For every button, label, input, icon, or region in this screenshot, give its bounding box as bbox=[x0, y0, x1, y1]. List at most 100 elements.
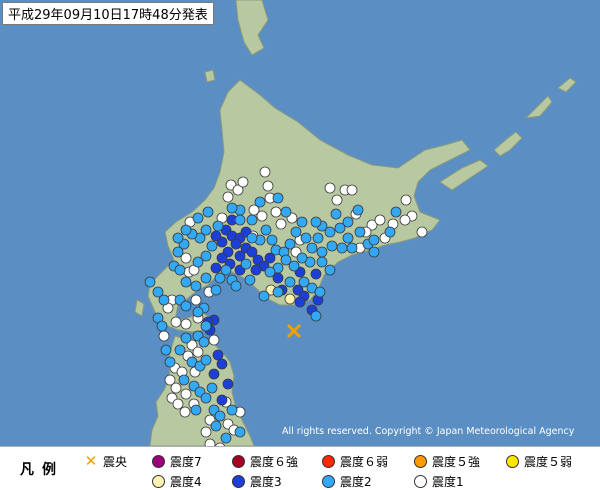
station-marker-shindo-2 bbox=[240, 258, 252, 270]
legend-title: 凡例 bbox=[20, 462, 64, 478]
station-marker-shindo-1 bbox=[346, 184, 358, 196]
legend-shindo-1: 震度1 bbox=[414, 473, 464, 490]
station-marker-shindo-2 bbox=[306, 242, 318, 254]
station-marker-shindo-2 bbox=[272, 286, 284, 298]
station-marker-shindo-3 bbox=[216, 358, 228, 370]
legend-shindo-5-upper: 震度５強 bbox=[414, 453, 480, 470]
legend-shindo-7-label: 震度7 bbox=[170, 455, 202, 469]
station-marker-shindo-1 bbox=[416, 226, 428, 238]
station-marker-shindo-1 bbox=[180, 388, 192, 400]
station-marker-shindo-2 bbox=[206, 240, 218, 252]
station-marker-shindo-3 bbox=[216, 252, 228, 264]
legend-shindo-7: 震度7 bbox=[152, 453, 202, 470]
station-marker-shindo-2 bbox=[200, 272, 212, 284]
station-marker-shindo-2 bbox=[200, 250, 212, 262]
map-stage: 平成29年09月10日17時48分発表 All rights reserved.… bbox=[0, 0, 600, 490]
station-marker-shindo-2 bbox=[174, 264, 186, 276]
station-marker-shindo-1 bbox=[399, 214, 411, 226]
station-marker-shindo-2 bbox=[200, 392, 212, 404]
station-marker-shindo-1 bbox=[208, 334, 220, 346]
station-marker-shindo-2 bbox=[354, 226, 366, 238]
station-marker-shindo-1 bbox=[190, 294, 202, 306]
station-marker-shindo-2 bbox=[200, 320, 212, 332]
station-marker-shindo-3 bbox=[212, 349, 224, 361]
station-marker-shindo-2 bbox=[284, 276, 296, 288]
station-marker-shindo-1 bbox=[256, 210, 268, 222]
station-marker-shindo-2 bbox=[180, 276, 192, 288]
station-marker-shindo-2 bbox=[246, 214, 258, 226]
station-marker-shindo-2 bbox=[220, 264, 232, 276]
station-marker-shindo-1 bbox=[179, 406, 191, 418]
station-marker-shindo-1 bbox=[172, 398, 184, 410]
circle-icon bbox=[506, 455, 519, 468]
station-marker-shindo-1 bbox=[158, 330, 170, 342]
station-marker-shindo-2 bbox=[254, 196, 266, 208]
circle-icon bbox=[414, 455, 427, 468]
station-marker-shindo-2 bbox=[200, 354, 212, 366]
station-marker-shindo-2 bbox=[336, 242, 348, 254]
legend-epicenter-label: 震央 bbox=[103, 455, 128, 469]
station-marker-shindo-2 bbox=[178, 374, 190, 386]
station-marker-shindo-2 bbox=[180, 224, 192, 236]
station-marker-shindo-2 bbox=[158, 294, 170, 306]
cross-mark-icon: ✕ bbox=[84, 452, 98, 470]
station-marker-shindo-2 bbox=[290, 226, 302, 238]
station-marker-shindo-2 bbox=[234, 426, 246, 438]
station-marker-shindo-2 bbox=[206, 382, 218, 394]
legend-shindo-3: 震度3 bbox=[232, 473, 282, 490]
station-marker-shindo-1 bbox=[170, 382, 182, 394]
legend-epicenter: ✕ 震央 bbox=[84, 453, 127, 470]
station-marker-shindo-2 bbox=[368, 246, 380, 258]
station-marker-shindo-2 bbox=[164, 356, 176, 368]
station-marker-shindo-2 bbox=[226, 202, 238, 214]
station-marker-shindo-3 bbox=[210, 262, 222, 274]
station-marker-shindo-2 bbox=[260, 224, 272, 236]
station-marker-shindo-2 bbox=[296, 216, 308, 228]
station-marker-shindo-4 bbox=[284, 293, 296, 305]
station-marker-shindo-2 bbox=[324, 226, 336, 238]
station-marker-shindo-2 bbox=[192, 212, 204, 224]
station-marker-shindo-2 bbox=[172, 246, 184, 258]
station-marker-shindo-2 bbox=[258, 290, 270, 302]
station-marker-shindo-2 bbox=[326, 240, 338, 252]
legend-shindo-6-upper: 震度６強 bbox=[232, 453, 298, 470]
station-marker-shindo-2 bbox=[160, 344, 172, 356]
legend-panel: 凡例 ✕ 震央 震度7 震度６強 震度６弱 震度５強 震度５弱 震度4 震度3 … bbox=[0, 446, 600, 490]
legend-shindo-4: 震度4 bbox=[152, 473, 202, 490]
circle-icon bbox=[322, 475, 335, 488]
station-marker-shindo-2 bbox=[202, 206, 214, 218]
station-marker-shindo-1 bbox=[237, 176, 249, 188]
station-marker-shindo-1 bbox=[400, 194, 412, 206]
station-marker-shindo-2 bbox=[210, 420, 222, 432]
circle-icon bbox=[232, 455, 245, 468]
station-marker-shindo-3 bbox=[230, 238, 242, 250]
station-marker-shindo-2 bbox=[330, 208, 342, 220]
station-marker-shindo-3 bbox=[210, 230, 222, 242]
station-marker-shindo-3 bbox=[208, 368, 220, 380]
station-marker-shindo-2 bbox=[200, 224, 212, 236]
station-marker-shindo-2 bbox=[212, 220, 224, 232]
station-marker-shindo-2 bbox=[310, 310, 322, 322]
station-marker-shindo-1 bbox=[374, 214, 386, 226]
station-marker-shindo-2 bbox=[368, 234, 380, 246]
station-marker-shindo-2 bbox=[220, 432, 232, 444]
station-marker-shindo-2 bbox=[384, 226, 396, 238]
station-marker-shindo-3 bbox=[250, 264, 262, 276]
station-marker-shindo-2 bbox=[342, 216, 354, 228]
legend-shindo-4-label: 震度4 bbox=[170, 475, 202, 489]
station-marker-shindo-2 bbox=[284, 238, 296, 250]
legend-shindo-5-upper-label: 震度５強 bbox=[432, 455, 481, 469]
circle-icon bbox=[414, 475, 427, 488]
station-marker-shindo-1 bbox=[170, 316, 182, 328]
station-marker-shindo-2 bbox=[230, 280, 242, 292]
copyright-notice: All rights reserved. Copyright © Japan M… bbox=[282, 426, 575, 437]
station-marker-shindo-2 bbox=[226, 404, 238, 416]
legend-shindo-2-label: 震度2 bbox=[340, 475, 372, 489]
station-marker-shindo-1 bbox=[275, 218, 287, 230]
seismic-intensity-map bbox=[0, 0, 600, 490]
station-marker-shindo-1 bbox=[192, 346, 204, 358]
station-marker-shindo-1 bbox=[222, 191, 234, 203]
station-marker-shindo-2 bbox=[190, 404, 202, 416]
station-marker-shindo-2 bbox=[144, 276, 156, 288]
station-marker-shindo-2 bbox=[156, 320, 168, 332]
